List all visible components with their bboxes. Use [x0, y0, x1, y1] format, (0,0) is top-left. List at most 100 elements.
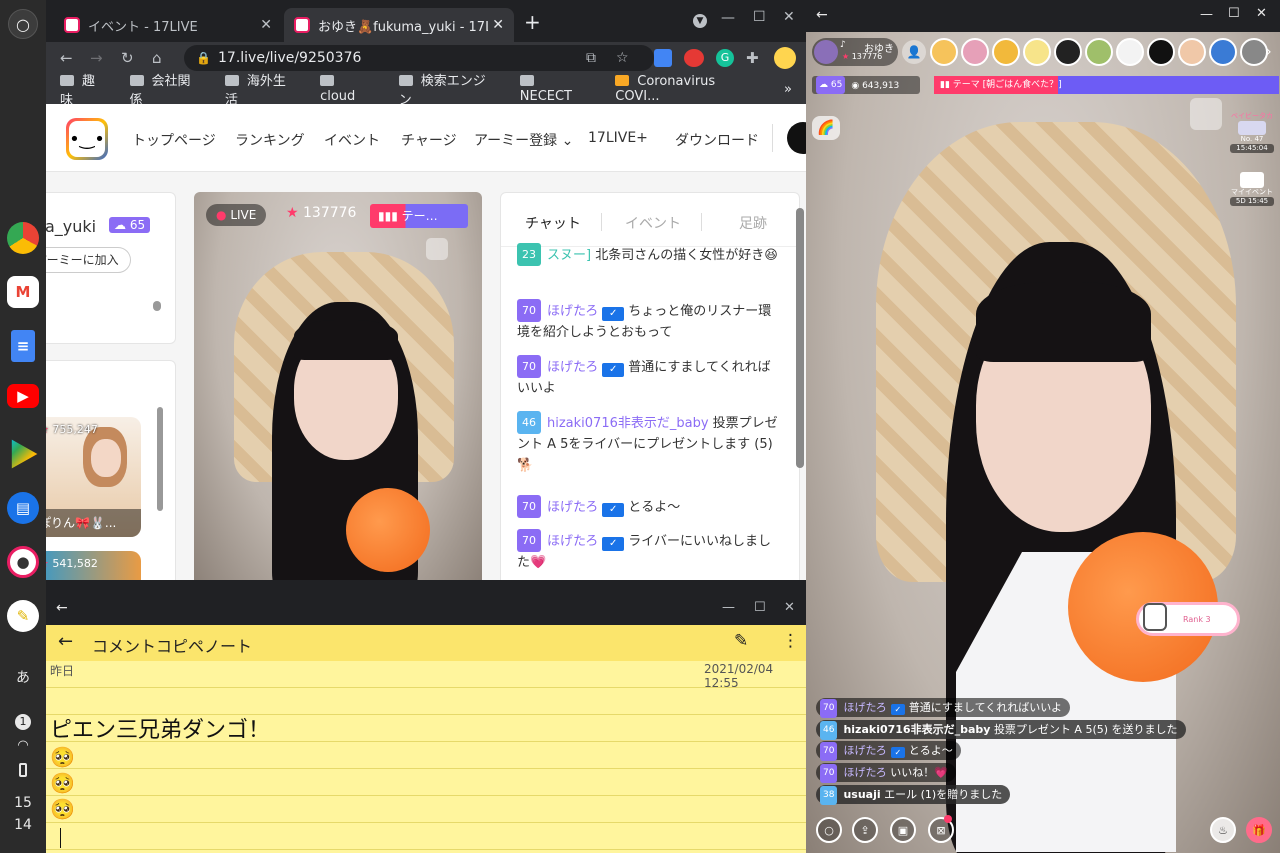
maximize-icon[interactable]: ☐ [1228, 6, 1240, 21]
tab-event[interactable]: イベント [625, 213, 681, 233]
rainbow-icon[interactable]: 🌈 [812, 116, 840, 140]
open-in-app-icon[interactable]: ⧉ [586, 45, 596, 71]
user-avatar[interactable] [787, 122, 806, 154]
back-icon[interactable]: ← [60, 49, 73, 67]
docs-icon[interactable]: ≡ [11, 330, 35, 362]
recommended-stream-thumb[interactable]: ★ 755,247 ぽりん🎀🐰... [46, 417, 141, 537]
bookmark-folder[interactable]: 趣味 [60, 70, 108, 108]
viewer-avatar[interactable] [1178, 38, 1206, 66]
viewer-avatar[interactable] [992, 38, 1020, 66]
new-tab-icon[interactable]: + [524, 10, 541, 34]
recommended-scrollbar[interactable] [157, 407, 163, 511]
grammarly-icon[interactable]: G [716, 49, 734, 67]
rank-badge[interactable]: Rank 3 [1136, 602, 1240, 636]
gmail-icon[interactable]: M [7, 276, 39, 308]
play-store-icon[interactable] [11, 439, 38, 469]
viewer-avatar[interactable] [1209, 38, 1237, 66]
follow-user-icon[interactable]: 👤 [902, 40, 926, 64]
address-bar[interactable]: 🔒 17.live/live/9250376 ⧉ ☆ [184, 45, 654, 71]
viewer-avatar[interactable] [930, 38, 958, 66]
back-icon[interactable]: ← [56, 600, 68, 616]
bookmark-folder[interactable]: cloud [320, 74, 377, 104]
join-army-button[interactable]: アーミーに加入 [46, 247, 131, 273]
edit-pencil-icon[interactable]: ✎ [734, 631, 748, 651]
nav-17live-plus[interactable]: 17LIVE+ [588, 130, 648, 146]
maximize-icon[interactable]: ☐ [753, 9, 766, 25]
close-window-icon[interactable]: ✕ [1256, 6, 1267, 21]
recommended-stream-thumb-2[interactable]: ★ 541,582 [46, 551, 141, 580]
theme-chip[interactable]: ▮▮▮ テー… [370, 204, 468, 228]
viewer-avatar[interactable] [961, 38, 989, 66]
minimize-icon[interactable]: — [1200, 7, 1213, 22]
tab-search-icon[interactable]: ▼ [693, 14, 707, 28]
back-arrow-icon[interactable]: ← [58, 631, 73, 652]
bookmark-folder[interactable]: NECECT [519, 74, 594, 104]
browser-tab-events[interactable]: イベント - 17LIVE ✕ [54, 8, 282, 42]
browser-tab-live[interactable]: おゆき🧸fukuma_yuki - 17LIVE ✕ [284, 8, 514, 42]
share-icon[interactable]: ⇪ [852, 817, 878, 843]
bookmark-link[interactable]: Coronavirus COVI... [615, 74, 762, 104]
more-vert-icon[interactable]: ⋮ [782, 631, 799, 651]
nav-top[interactable]: トップページ [132, 130, 216, 150]
live-video-player[interactable]: ● LIVE ★ 137776 ▮▮▮ テー… [194, 192, 482, 580]
viewer-avatar[interactable] [1240, 38, 1268, 66]
event-badge-2[interactable]: マイイベント 5D 15:45 [1230, 172, 1274, 212]
viewer-avatar[interactable] [1085, 38, 1113, 66]
bookmark-star-icon[interactable]: ☆ [616, 45, 629, 71]
extension-icon[interactable] [684, 49, 704, 67]
nav-event[interactable]: イベント [324, 130, 380, 150]
theme-banner[interactable]: ▮▮ テーマ [朝ごはん食べた？] [934, 76, 1279, 94]
comment-button[interactable]: ○ [816, 817, 842, 843]
back-icon[interactable]: ← [816, 7, 828, 23]
tab-chat[interactable]: チャット [525, 213, 581, 233]
launcher-button[interactable]: ○ [8, 9, 38, 39]
nav-ranking[interactable]: ランキング [235, 130, 305, 150]
close-window-icon[interactable]: ✕ [784, 600, 795, 615]
close-window-icon[interactable]: ✕ [783, 9, 795, 25]
bookmark-folder[interactable]: 会社関係 [129, 70, 203, 108]
ime-indicator[interactable]: あ [0, 667, 46, 687]
profile-avatar[interactable] [774, 47, 796, 69]
viewer-avatar[interactable] [1054, 38, 1082, 66]
snack-icon[interactable]: ▣ [890, 817, 916, 843]
star-icon: ★ [286, 205, 299, 221]
bookmark-folder[interactable]: 検索エンジン [398, 70, 498, 108]
17live-icon[interactable]: ● [7, 546, 39, 578]
minimize-icon[interactable]: — [722, 600, 735, 615]
chevron-down-icon: ⌄ [561, 133, 574, 149]
text-cursor [60, 828, 61, 848]
nav-charge[interactable]: チャージ [401, 130, 457, 150]
17live-logo[interactable]: •‿• [66, 118, 108, 160]
viewer-avatar[interactable] [1147, 38, 1175, 66]
close-tab-icon[interactable]: ✕ [492, 17, 504, 33]
notification-badge[interactable]: 1 [15, 714, 31, 730]
folder-icon [398, 75, 413, 86]
level-points-badge[interactable]: ☁ 65 ◉ 643,913 [812, 76, 920, 94]
host-pill[interactable]: ♪ おゆき ★ 137776 [812, 38, 898, 66]
cake-icon[interactable]: ♨ [1210, 817, 1236, 843]
minimize-icon[interactable]: — [721, 10, 735, 26]
viewer-avatar[interactable] [1023, 38, 1051, 66]
forward-icon[interactable]: → [90, 49, 103, 67]
messages-icon[interactable]: ▤ [7, 492, 39, 524]
maximize-icon[interactable]: ☐ [754, 600, 766, 615]
bookmark-folder[interactable]: 海外生活 [224, 70, 298, 108]
tab-footprint[interactable]: 足跡 [739, 213, 767, 233]
home-icon[interactable]: ⌂ [152, 49, 162, 67]
translate-extension-icon[interactable] [654, 49, 672, 67]
nav-download[interactable]: ダウンロード [675, 130, 759, 150]
page-scrollbar[interactable] [796, 208, 804, 468]
youtube-icon[interactable]: ▶ [7, 384, 39, 408]
bookmarks-overflow[interactable]: » [784, 82, 792, 97]
event-badge-1[interactable]: ベイビータカ No. 47 15:45:04 [1230, 112, 1274, 160]
notes-icon[interactable]: ✎ [7, 600, 39, 632]
extensions-puzzle-icon[interactable]: ✚ [746, 49, 759, 67]
chrome-icon[interactable] [7, 222, 39, 254]
more-viewers-icon[interactable]: › [1266, 44, 1272, 60]
nav-army[interactable]: アーミー登録 ⌄ [474, 130, 573, 150]
close-tab-icon[interactable]: ✕ [260, 17, 272, 33]
gift-icon[interactable]: 🎁 [1246, 817, 1272, 843]
note-paper[interactable] [46, 661, 806, 853]
viewer-avatar[interactable] [1116, 38, 1144, 66]
reload-icon[interactable]: ↻ [121, 49, 134, 67]
